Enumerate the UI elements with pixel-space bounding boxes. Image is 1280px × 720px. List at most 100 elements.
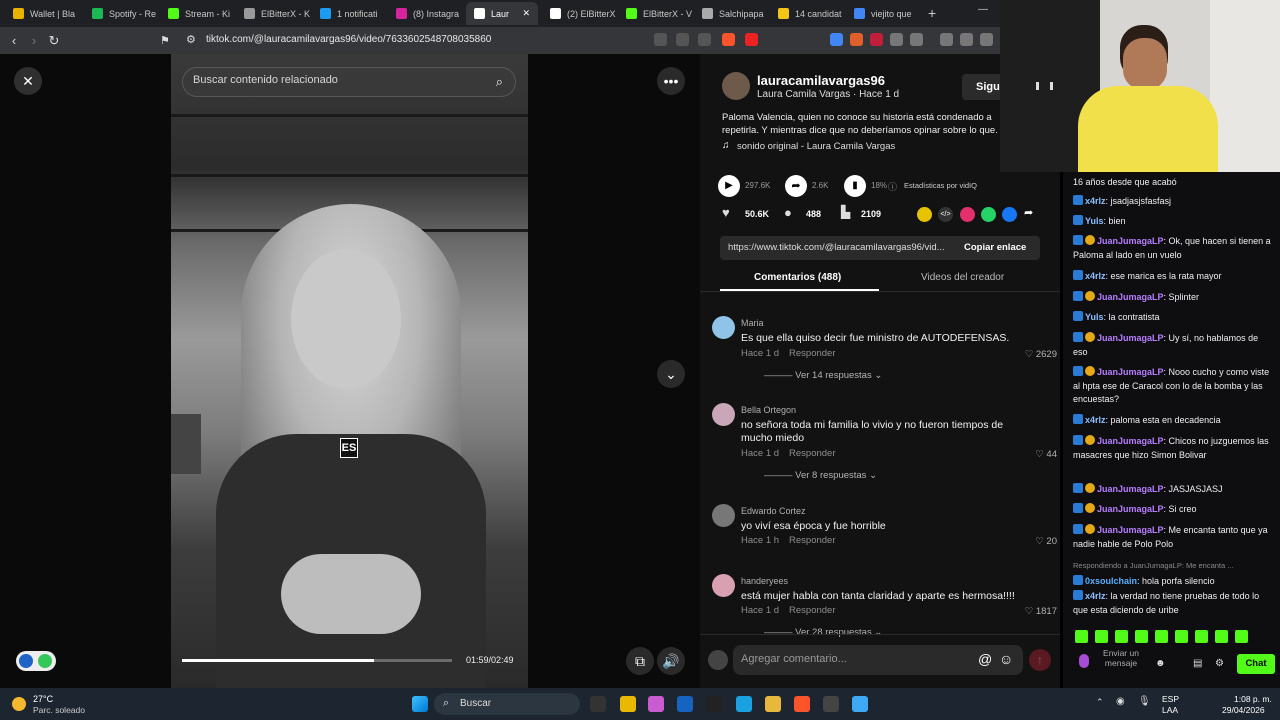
reply-button[interactable]: Responder [789, 348, 835, 359]
extensions-icon[interactable] [890, 33, 903, 46]
tray-chevron-icon[interactable]: ⌃ [1096, 697, 1104, 708]
minimize-icon[interactable]: — [978, 4, 988, 15]
hide-icon[interactable] [654, 33, 667, 46]
copilot-icon[interactable] [648, 696, 664, 712]
screenshot-icon[interactable] [910, 33, 923, 46]
url-field[interactable]: tiktok.com/@lauracamilavargas96/video/76… [206, 34, 491, 45]
chat-username[interactable]: x4rlz [1085, 591, 1106, 601]
browser-tab[interactable]: 14 candidat [770, 2, 844, 25]
view-replies[interactable]: ——— Ver 14 respuestas ⌄ [764, 370, 882, 381]
close-button[interactable]: ✕ [14, 67, 42, 95]
send-comment-button[interactable]: ↑ [1029, 649, 1051, 671]
play-icon[interactable]: ▶ [718, 175, 740, 197]
browser-tab[interactable]: viejito que [846, 2, 920, 25]
browser-tab[interactable]: 1 notificati [312, 2, 386, 25]
view-replies[interactable]: ——— Ver 8 respuestas ⌄ [764, 470, 877, 481]
bookmark-icon[interactable]: ⚑ [160, 34, 170, 47]
chat-username[interactable]: JuanJumagaLP [1097, 436, 1164, 446]
video-progress-bar[interactable] [182, 659, 452, 662]
comment-likes[interactable]: ♡ 20 [1035, 536, 1057, 547]
comment-likes[interactable]: ♡ 2629 [1025, 349, 1057, 360]
facebook-icon[interactable] [1002, 207, 1017, 222]
chat-username[interactable]: JuanJumagaLP [1097, 504, 1164, 514]
mic-tray-icon[interactable]: 🎙 [1138, 696, 1151, 707]
creator-username[interactable]: lauracamilavargas96 [757, 73, 885, 88]
related-search[interactable]: ⌕ [182, 67, 516, 97]
comment-icon[interactable]: ● [784, 205, 792, 220]
back-icon[interactable]: ‹ [4, 33, 24, 48]
browser-tab[interactable]: (2) ElBitterX [542, 2, 616, 25]
snipping-icon[interactable] [620, 696, 636, 712]
extension-translate-icon[interactable] [830, 33, 843, 46]
browser-tab[interactable]: ElBitterX - K [236, 2, 310, 25]
comment-avatar[interactable] [712, 574, 735, 597]
comment-author[interactable]: Bella Ortegon [741, 405, 796, 415]
chat-username[interactable]: JuanJumagaLP [1097, 333, 1164, 343]
chat-username[interactable]: JuanJumagaLP [1097, 484, 1164, 494]
tab-creator-videos[interactable]: Videos del creador [921, 272, 1004, 283]
browser-tab[interactable]: ElBitterX - V [618, 2, 692, 25]
like-icon[interactable]: ♥ [722, 205, 730, 220]
comment-author[interactable]: Edwardo Cortez [741, 506, 806, 516]
chat-username[interactable]: x4rlz [1085, 196, 1106, 206]
brave-shield-icon[interactable] [722, 33, 735, 46]
search-input[interactable] [193, 74, 473, 86]
chat-username[interactable]: JuanJumagaLP [1097, 236, 1164, 246]
reload-icon[interactable]: ↻ [44, 33, 64, 49]
app-icon[interactable] [852, 696, 868, 712]
reply-button[interactable]: Responder [789, 535, 835, 546]
chat-username[interactable]: Yuls [1085, 216, 1104, 226]
creator-avatar[interactable] [722, 72, 750, 100]
emote-bar[interactable] [1075, 630, 1265, 644]
video-link[interactable]: https://www.tiktok.com/@lauracamilavarga… [728, 242, 945, 253]
wallet-icon[interactable] [980, 33, 993, 46]
weather-icon[interactable] [12, 697, 26, 711]
sidebar-icon[interactable] [960, 33, 973, 46]
store-icon[interactable]: ▤ [1193, 658, 1202, 669]
reply-button[interactable]: Responder [789, 448, 835, 459]
bookmark-icon[interactable]: ▙ [841, 205, 850, 219]
chat-username[interactable]: Yuls [1085, 312, 1104, 322]
comment-avatar[interactable] [712, 316, 735, 339]
obs-icon[interactable] [823, 696, 839, 712]
site-info-icon[interactable]: ⚙ [186, 33, 196, 46]
microphone-icon[interactable] [1079, 654, 1089, 668]
copy-link-button[interactable]: Copiar enlace [964, 242, 1026, 253]
chat-input[interactable]: Enviar un mensaje [1101, 648, 1141, 668]
stats-icon[interactable]: ▮ [844, 175, 866, 197]
start-icon[interactable] [412, 696, 428, 712]
taskbar-search[interactable]: ⌕ Buscar [434, 693, 580, 715]
comment-avatar[interactable] [712, 403, 735, 426]
browser-tab[interactable]: (8) Instagra [388, 2, 462, 25]
comment-box[interactable]: Agregar comentario... @ ☺ [733, 645, 1023, 675]
chat-username[interactable]: JuanJumagaLP [1097, 292, 1164, 302]
forward-icon[interactable]: › [24, 33, 44, 48]
store-app-icon[interactable] [677, 696, 693, 712]
comment-avatar[interactable] [712, 504, 735, 527]
close-tab-icon[interactable]: ✕ [522, 8, 530, 19]
chat-username[interactable]: JuanJumagaLP [1097, 525, 1164, 535]
comment-likes[interactable]: ♡ 44 [1035, 449, 1057, 460]
comment-author[interactable]: handeryees [741, 576, 788, 586]
keyboard-lang[interactable]: ESP [1162, 694, 1179, 704]
extension-fox-icon[interactable] [850, 33, 863, 46]
settings-icon[interactable]: ⚙ [1215, 658, 1224, 669]
browser-tab[interactable]: Salchipapa [694, 2, 768, 25]
video-player[interactable] [171, 54, 528, 688]
brave-icon[interactable] [794, 696, 810, 712]
volume-button[interactable]: 🔊 [657, 647, 685, 675]
reply-button[interactable]: Responder [789, 605, 835, 616]
mention-icon[interactable]: @ [978, 651, 992, 667]
chat-username[interactable]: x4rlz [1085, 271, 1106, 281]
browser-tab[interactable]: Laur ✕ [466, 2, 538, 25]
extension-m-icon[interactable] [870, 33, 883, 46]
translate-icon[interactable] [676, 33, 689, 46]
tab-comments[interactable]: Comentarios (488) [754, 272, 841, 283]
autoscroll-toggle[interactable] [16, 651, 56, 671]
keyboard-layout[interactable]: LAA [1162, 705, 1178, 715]
explorer-icon[interactable] [765, 696, 781, 712]
emote-picker-icon[interactable]: ☻ [1155, 658, 1166, 669]
view-replies[interactable]: ——— Ver 28 respuestas ⌄ [764, 627, 882, 638]
media-icon[interactable] [940, 33, 953, 46]
task-view-icon[interactable] [590, 696, 606, 712]
